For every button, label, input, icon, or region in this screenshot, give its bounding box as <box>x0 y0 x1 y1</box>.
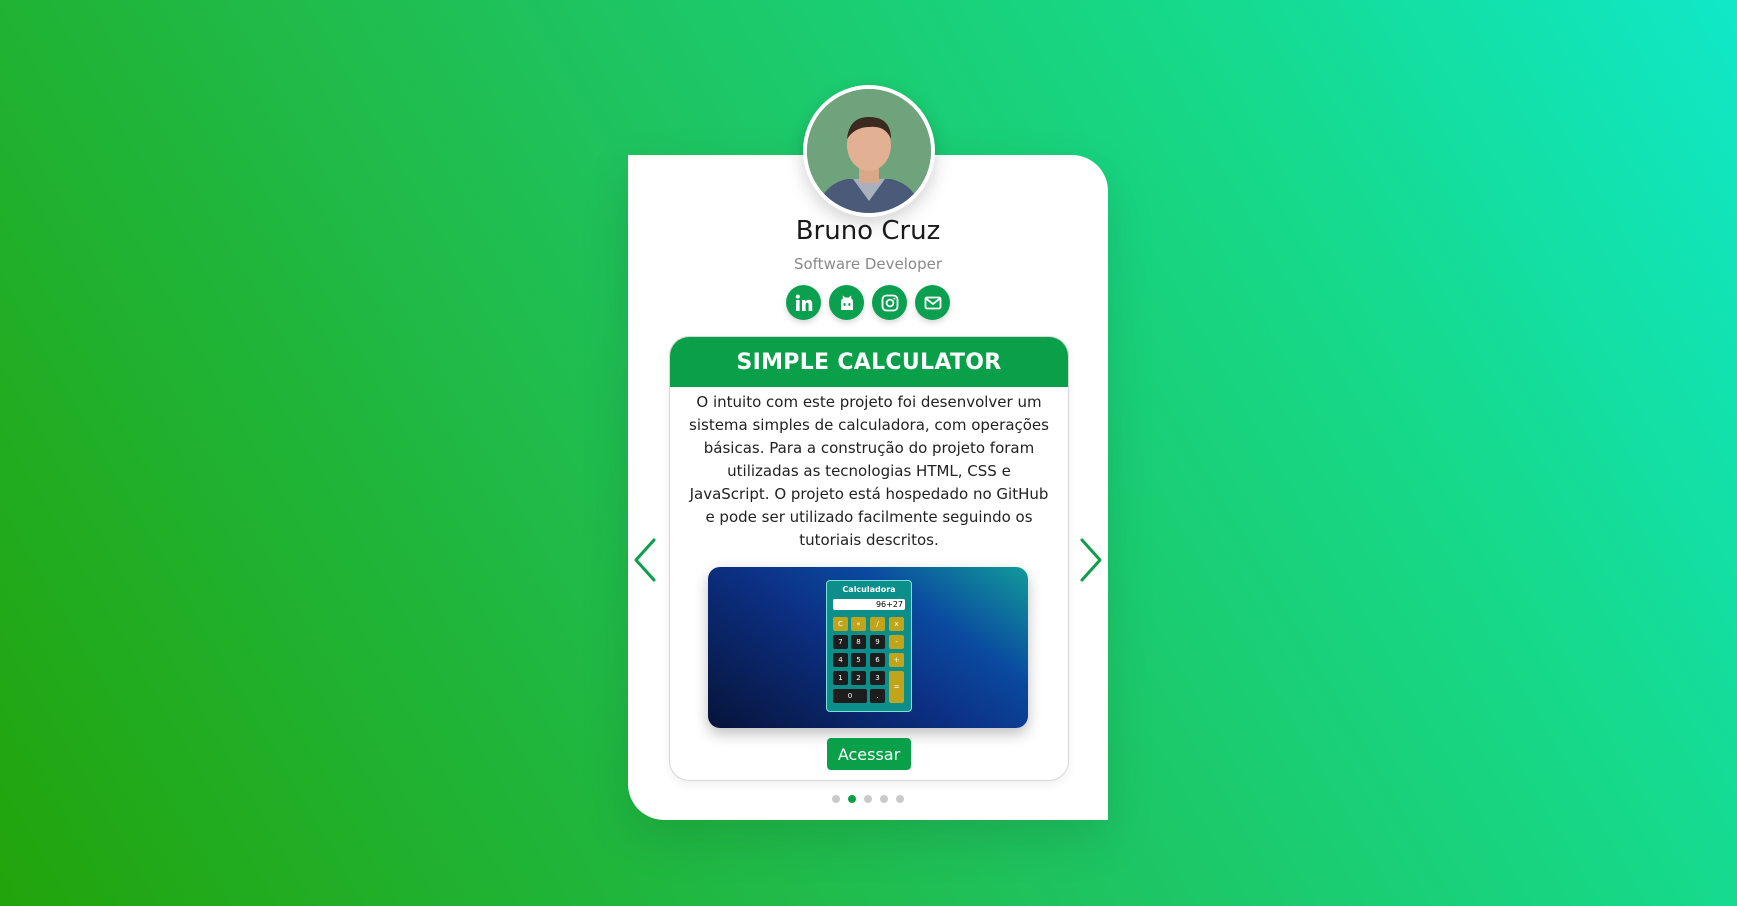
project-card: SIMPLE CALCULATOR O intuito com este pro… <box>669 336 1069 781</box>
github-button[interactable] <box>829 285 864 320</box>
calc-key: 1 <box>833 671 848 685</box>
carousel-pagination <box>628 795 1108 803</box>
profile-name: Bruno Cruz <box>795 216 941 246</box>
calc-key: 4 <box>833 653 848 667</box>
project-screenshot: Calculadora 96+27 C « / x 7 8 9 - 4 5 6 … <box>708 567 1028 728</box>
email-icon <box>924 296 941 309</box>
calc-key: / <box>870 617 885 631</box>
chevron-right-icon[interactable] <box>1076 536 1106 584</box>
calc-key: 9 <box>870 635 885 649</box>
calculator-title: Calculadora <box>842 585 896 594</box>
calc-key: 6 <box>870 653 885 667</box>
pagination-dot-active[interactable] <box>848 795 856 803</box>
calc-key: = <box>889 671 904 703</box>
calculator-preview: Calculadora 96+27 C « / x 7 8 9 - 4 5 6 … <box>826 580 912 712</box>
calc-key: - <box>889 635 904 649</box>
pagination-dot[interactable] <box>896 795 904 803</box>
pagination-dot[interactable] <box>880 795 888 803</box>
profile-role: Software Developer <box>793 255 943 273</box>
project-description: O intuito com este projeto foi desenvolv… <box>689 393 1049 549</box>
calc-key: 3 <box>870 671 885 685</box>
calc-key: + <box>889 653 904 667</box>
calc-key: « <box>851 617 866 631</box>
calculator-display: 96+27 <box>833 599 905 610</box>
pagination-dot[interactable] <box>832 795 840 803</box>
calc-key: C <box>833 617 848 631</box>
github-icon <box>840 295 853 310</box>
pagination-dot[interactable] <box>864 795 872 803</box>
access-button[interactable]: Acessar <box>827 738 911 770</box>
linkedin-icon <box>795 294 812 311</box>
calc-key: 2 <box>851 671 866 685</box>
calc-key: 8 <box>851 635 866 649</box>
email-button[interactable] <box>915 285 950 320</box>
calc-key: 7 <box>833 635 848 649</box>
avatar <box>803 85 935 217</box>
calc-key: . <box>870 689 885 703</box>
linkedin-button[interactable] <box>786 285 821 320</box>
chevron-left-icon[interactable] <box>630 536 660 584</box>
project-title: SIMPLE CALCULATOR <box>670 337 1068 387</box>
calc-key: 0 <box>833 689 867 703</box>
calc-key: 5 <box>851 653 866 667</box>
calc-key: x <box>889 617 904 631</box>
instagram-icon <box>881 294 898 311</box>
profile-photo <box>807 89 931 213</box>
instagram-button[interactable] <box>872 285 907 320</box>
social-links <box>628 285 1108 320</box>
